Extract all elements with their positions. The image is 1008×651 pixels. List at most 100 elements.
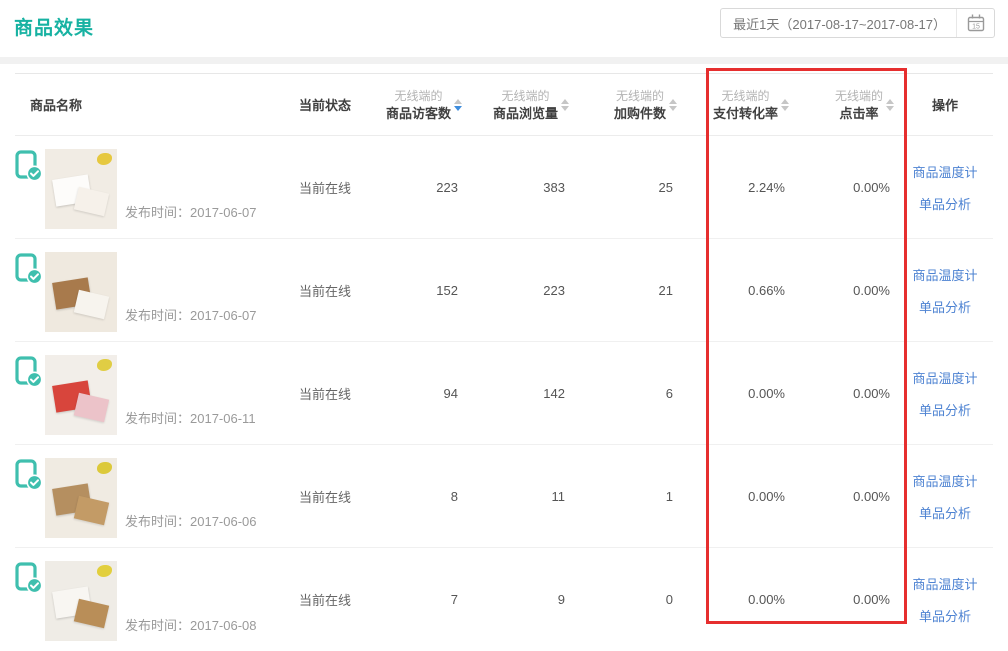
publish-date: 2017-06-06 bbox=[190, 514, 257, 529]
pay-conversion-cell: 2.24% bbox=[680, 136, 792, 238]
product-cell: 发布时间：2017-06-07 bbox=[15, 136, 290, 238]
product-image[interactable] bbox=[45, 458, 117, 538]
click-rate-cell: 0.00% bbox=[792, 136, 897, 238]
status-cell: 当前在线 bbox=[290, 136, 360, 238]
pageviews-cell: 383 bbox=[465, 136, 572, 238]
product-cell: 发布时间：2017-06-08 bbox=[15, 548, 290, 651]
status-cell: 当前在线 bbox=[290, 445, 360, 547]
product-box-shape bbox=[74, 496, 109, 525]
single-item-analysis-link[interactable]: 单品分析 bbox=[919, 606, 971, 625]
product-image[interactable] bbox=[45, 355, 117, 435]
single-item-analysis-link[interactable]: 单品分析 bbox=[919, 503, 971, 522]
visitors-cell: 94 bbox=[360, 342, 465, 444]
publish-date: 2017-06-08 bbox=[190, 618, 257, 633]
column-header-cart-adds[interactable]: 无线端的 加购件数 bbox=[572, 88, 680, 122]
table-row: 发布时间：2017-06-08 当前在线 7 9 0 0.00% 0.00% 商… bbox=[15, 548, 993, 651]
table-row: 发布时间：2017-06-11 当前在线 94 142 6 0.00% 0.00… bbox=[15, 342, 993, 445]
top-bar: 商品效果 最近1天（2017-08-17~2017-08-17） 15 bbox=[0, 0, 1008, 57]
pay-conversion-cell: 0.00% bbox=[680, 548, 792, 651]
product-box-shape bbox=[74, 187, 109, 216]
pageviews-cell: 9 bbox=[465, 548, 572, 651]
table-body: 发布时间：2017-06-07 当前在线 223 383 25 2.24% 0.… bbox=[15, 136, 993, 651]
product-box-shape bbox=[74, 599, 109, 628]
publish-date: 2017-06-11 bbox=[190, 411, 256, 426]
publish-time: 发布时间：2017-06-11 bbox=[125, 408, 256, 427]
click-rate-cell: 0.00% bbox=[792, 342, 897, 444]
product-effect-table: 商品名称 当前状态 无线端的 商品访客数 无线端的 商品浏览量 无线端的 加购件… bbox=[15, 73, 993, 651]
product-thermometer-link[interactable]: 商品温度计 bbox=[912, 574, 977, 593]
product-thermometer-link[interactable]: 商品温度计 bbox=[912, 471, 977, 490]
calendar-icon[interactable]: 15 bbox=[956, 9, 986, 37]
flower-decoration bbox=[97, 153, 112, 165]
actions-cell: 商品温度计 单品分析 bbox=[897, 548, 993, 651]
status-cell: 当前在线 bbox=[290, 548, 360, 651]
pageviews-cell: 142 bbox=[465, 342, 572, 444]
click-rate-cell: 0.00% bbox=[792, 548, 897, 651]
visitors-cell: 152 bbox=[360, 239, 465, 341]
calendar-day-number: 15 bbox=[972, 24, 980, 31]
pageviews-cell: 11 bbox=[465, 445, 572, 547]
sort-icon[interactable] bbox=[561, 99, 569, 111]
actions-cell: 商品温度计 单品分析 bbox=[897, 445, 993, 547]
column-header-status: 当前状态 bbox=[290, 95, 360, 114]
visitors-cell: 7 bbox=[360, 548, 465, 651]
mobile-online-icon bbox=[15, 150, 42, 238]
table-row: 发布时间：2017-06-07 当前在线 152 223 21 0.66% 0.… bbox=[15, 239, 993, 342]
column-header-pageviews[interactable]: 无线端的 商品浏览量 bbox=[465, 88, 572, 122]
publish-date: 2017-06-07 bbox=[190, 205, 257, 220]
actions-cell: 商品温度计 单品分析 bbox=[897, 239, 993, 341]
click-rate-cell: 0.00% bbox=[792, 445, 897, 547]
flower-decoration bbox=[97, 256, 112, 268]
product-cell: 发布时间：2017-06-06 bbox=[15, 445, 290, 547]
mobile-online-icon bbox=[15, 253, 42, 341]
product-box-shape bbox=[74, 290, 109, 319]
date-range-label: 最近1天（2017-08-17~2017-08-17） bbox=[733, 14, 946, 33]
column-header-visitors[interactable]: 无线端的 商品访客数 bbox=[360, 88, 465, 122]
product-box-shape bbox=[74, 393, 109, 422]
cart-adds-cell: 0 bbox=[572, 548, 680, 651]
sort-icon[interactable] bbox=[886, 99, 894, 111]
column-header-click-rate[interactable]: 无线端的 点击率 bbox=[792, 88, 897, 122]
single-item-analysis-link[interactable]: 单品分析 bbox=[919, 400, 971, 419]
actions-cell: 商品温度计 单品分析 bbox=[897, 342, 993, 444]
single-item-analysis-link[interactable]: 单品分析 bbox=[919, 297, 971, 316]
product-thermometer-link[interactable]: 商品温度计 bbox=[912, 368, 977, 387]
flower-decoration bbox=[97, 565, 112, 577]
column-header-actions: 操作 bbox=[897, 95, 993, 114]
publish-time: 发布时间：2017-06-06 bbox=[125, 511, 257, 530]
date-range-picker[interactable]: 最近1天（2017-08-17~2017-08-17） 15 bbox=[720, 8, 995, 38]
publish-date: 2017-06-07 bbox=[190, 308, 257, 323]
mobile-online-icon bbox=[15, 356, 42, 444]
sort-icon[interactable] bbox=[669, 99, 677, 111]
product-cell: 发布时间：2017-06-11 bbox=[15, 342, 290, 444]
section-divider bbox=[0, 57, 1008, 64]
actions-cell: 商品温度计 单品分析 bbox=[897, 136, 993, 238]
pay-conversion-cell: 0.00% bbox=[680, 342, 792, 444]
product-thermometer-link[interactable]: 商品温度计 bbox=[912, 162, 977, 181]
cart-adds-cell: 21 bbox=[572, 239, 680, 341]
status-cell: 当前在线 bbox=[290, 342, 360, 444]
sort-icon[interactable] bbox=[454, 99, 462, 111]
product-image[interactable] bbox=[45, 561, 117, 641]
product-image[interactable] bbox=[45, 252, 117, 332]
column-header-pay-conversion[interactable]: 无线端的 支付转化率 bbox=[680, 88, 792, 122]
cart-adds-cell: 6 bbox=[572, 342, 680, 444]
table-header-row: 商品名称 当前状态 无线端的 商品访客数 无线端的 商品浏览量 无线端的 加购件… bbox=[15, 74, 993, 136]
product-cell: 发布时间：2017-06-07 bbox=[15, 239, 290, 341]
single-item-analysis-link[interactable]: 单品分析 bbox=[919, 194, 971, 213]
cart-adds-cell: 25 bbox=[572, 136, 680, 238]
publish-time: 发布时间：2017-06-07 bbox=[125, 202, 257, 221]
column-header-product-name: 商品名称 bbox=[15, 95, 290, 114]
flower-decoration bbox=[97, 359, 112, 371]
table-row: 发布时间：2017-06-06 当前在线 8 11 1 0.00% 0.00% … bbox=[15, 445, 993, 548]
cart-adds-cell: 1 bbox=[572, 445, 680, 547]
publish-time: 发布时间：2017-06-08 bbox=[125, 615, 257, 634]
product-thermometer-link[interactable]: 商品温度计 bbox=[912, 265, 977, 284]
pay-conversion-cell: 0.00% bbox=[680, 445, 792, 547]
publish-time: 发布时间：2017-06-07 bbox=[125, 305, 257, 324]
visitors-cell: 8 bbox=[360, 445, 465, 547]
sort-icon[interactable] bbox=[781, 99, 789, 111]
product-image[interactable] bbox=[45, 149, 117, 229]
status-cell: 当前在线 bbox=[290, 239, 360, 341]
mobile-online-icon bbox=[15, 562, 42, 651]
